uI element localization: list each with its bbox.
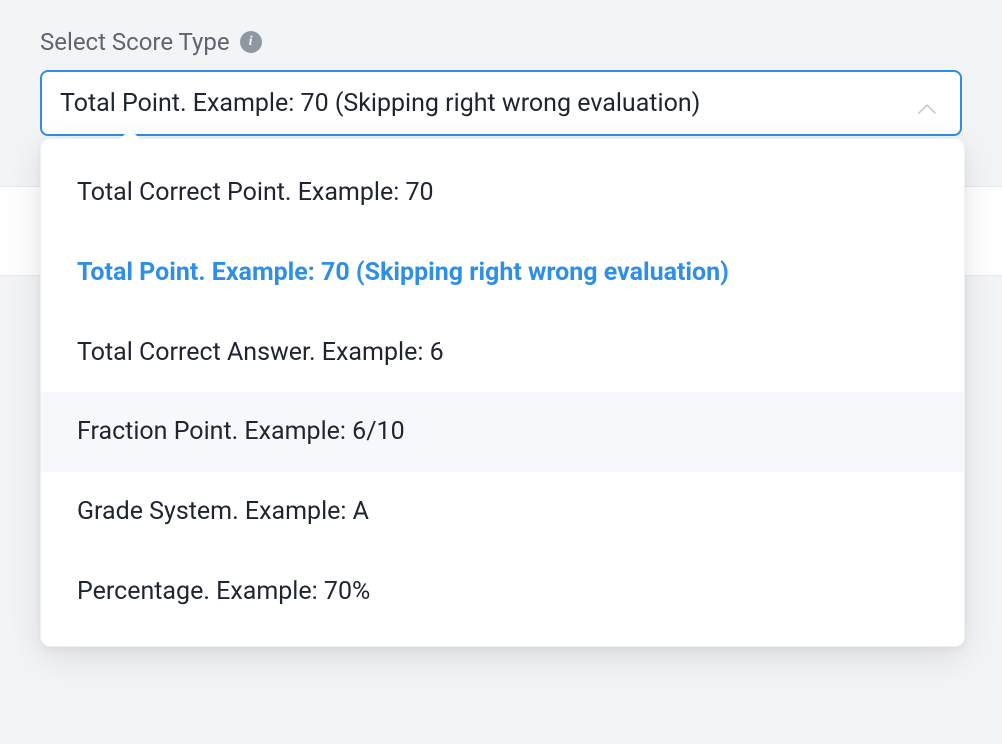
score-type-dropdown-panel: Total Correct Point. Example: 70 Total P…	[40, 138, 965, 647]
chevron-up-icon	[918, 104, 936, 114]
score-type-selected-value: Total Point. Example: 70 (Skipping right…	[60, 89, 700, 118]
dropdown-option-label: Total Point. Example: 70 (Skipping right…	[77, 258, 729, 287]
dropdown-option-label: Fraction Point. Example: 6/10	[77, 417, 405, 446]
dropdown-option[interactable]: Grade System. Example: A	[41, 472, 964, 552]
dropdown-option[interactable]: Total Point. Example: 70 (Skipping right…	[41, 233, 964, 313]
field-label-row: Select Score Type i	[40, 28, 962, 56]
dropdown-option-label: Grade System. Example: A	[77, 497, 369, 526]
info-icon[interactable]: i	[240, 31, 262, 53]
dropdown-option[interactable]: Total Correct Answer. Example: 6	[41, 313, 964, 393]
dropdown-option[interactable]: Fraction Point. Example: 6/10	[41, 392, 964, 472]
dropdown-option-label: Percentage. Example: 70%	[77, 577, 370, 606]
dropdown-option[interactable]: Total Correct Point. Example: 70	[41, 153, 964, 233]
dropdown-option[interactable]: Percentage. Example: 70%	[41, 552, 964, 632]
field-label: Select Score Type	[40, 28, 230, 56]
dropdown-option-label: Total Correct Answer. Example: 6	[77, 338, 444, 367]
dropdown-option-label: Total Correct Point. Example: 70	[77, 178, 434, 207]
form-section: Select Score Type i Total Point. Example…	[0, 0, 1002, 136]
score-type-select[interactable]: Total Point. Example: 70 (Skipping right…	[40, 70, 962, 136]
